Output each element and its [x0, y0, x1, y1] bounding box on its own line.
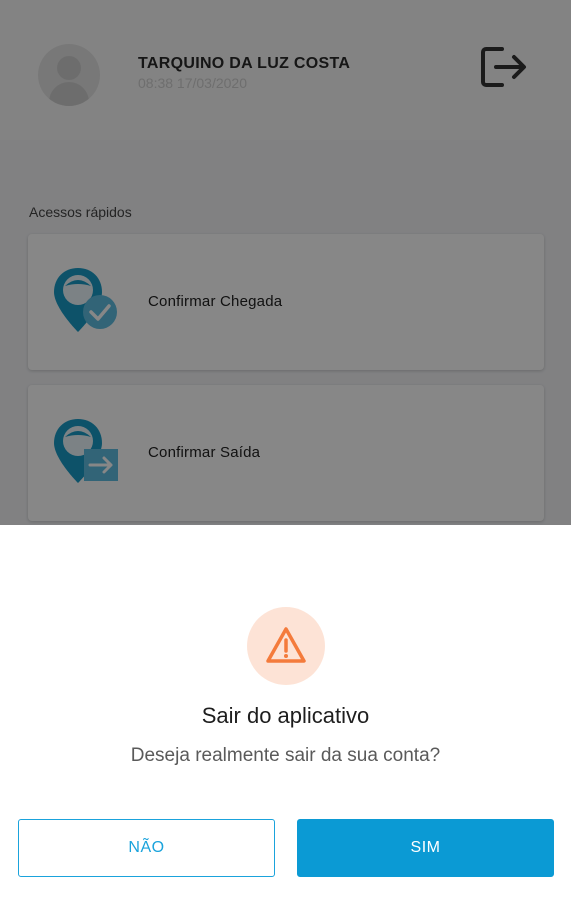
- cancel-button[interactable]: NÃO: [18, 819, 275, 877]
- dialog-title: Sair do aplicativo: [201, 703, 370, 728]
- logout-dialog: Sair do aplicativo Deseja realmente sair…: [0, 525, 571, 900]
- warning-icon: [247, 607, 325, 685]
- dialog-message: Deseja realmente sair da sua conta?: [130, 745, 441, 766]
- confirm-logout-button[interactable]: SIM: [297, 819, 554, 877]
